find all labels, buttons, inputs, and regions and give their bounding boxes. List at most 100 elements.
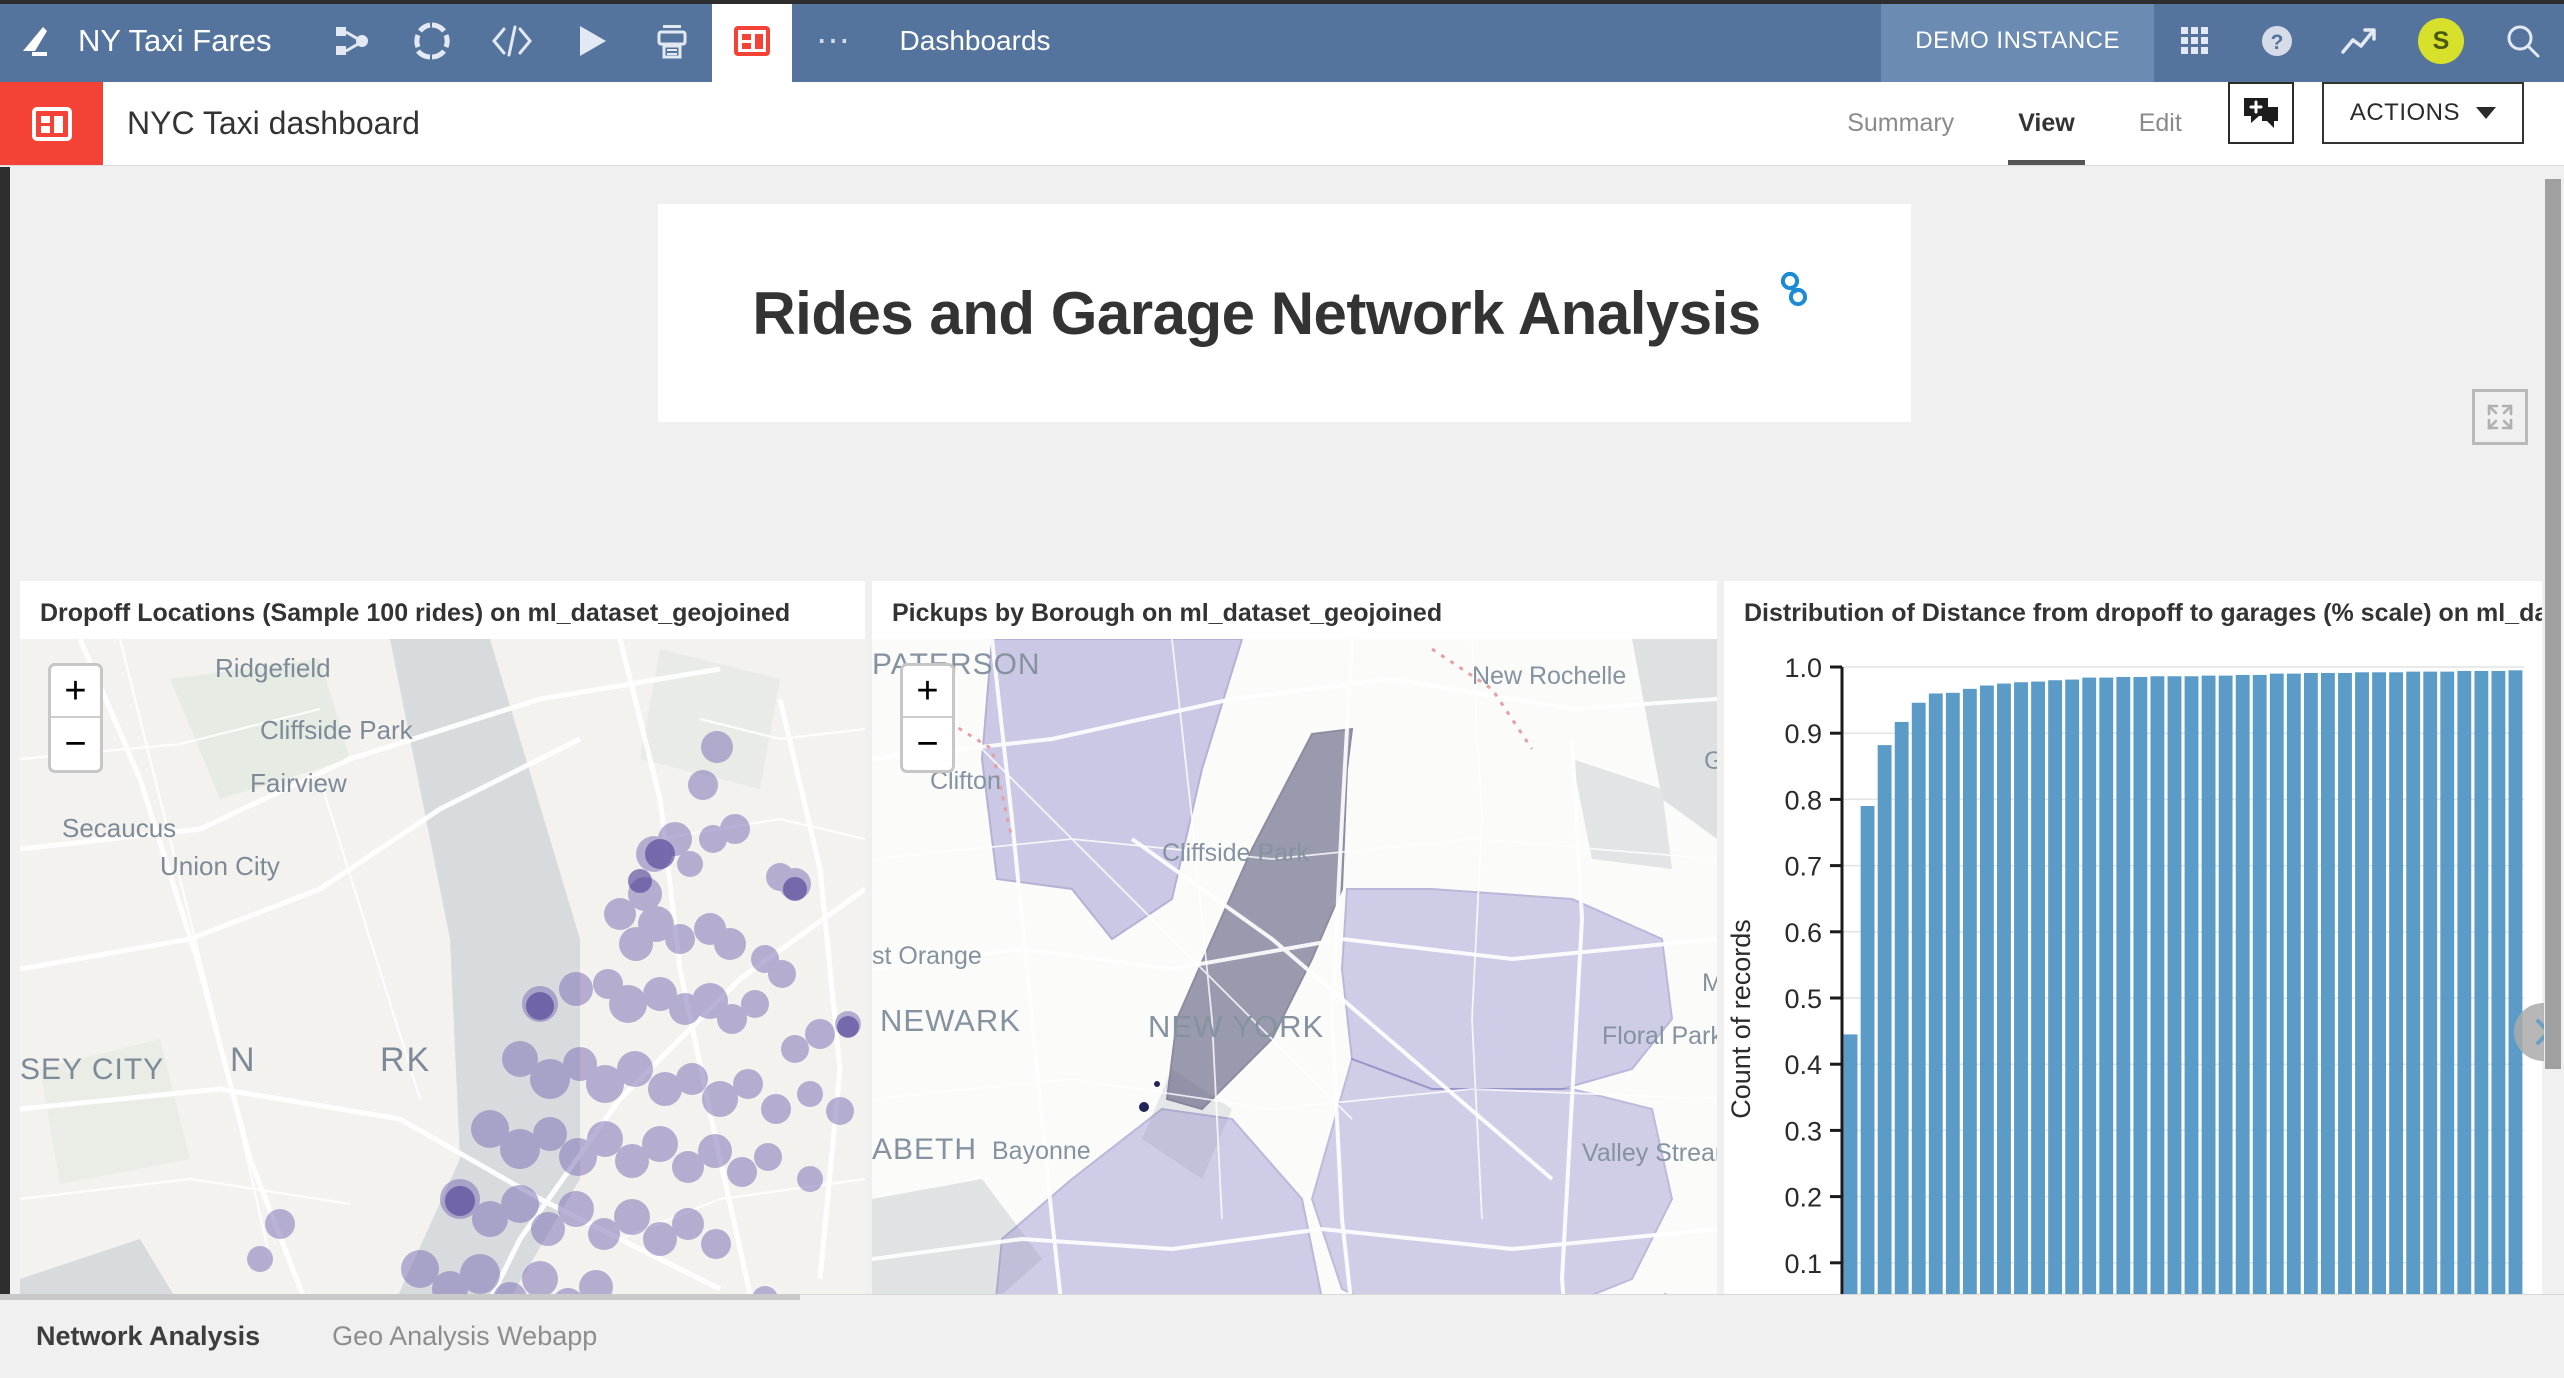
dropoff-map-canvas: Ridgefield Cliffside Park Fairview Secau… (20, 639, 865, 1294)
svg-text:PATERSON: PATERSON (872, 648, 1041, 681)
apps-grid-icon[interactable] (2154, 0, 2236, 82)
histogram-bar[interactable] (2406, 671, 2421, 1294)
histogram-bar[interactable] (2065, 679, 2080, 1294)
histogram-bar[interactable] (2286, 673, 2301, 1294)
zoom-in-button[interactable]: + (903, 666, 952, 718)
instance-badge[interactable]: DEMO INSTANCE (1881, 0, 2154, 82)
more-icon[interactable]: ⋯ (792, 0, 878, 82)
histogram-bar[interactable] (2338, 672, 2352, 1294)
svg-text:Valley Stream: Valley Stream (1582, 1139, 1717, 1167)
svg-text:New Rochelle: New Rochelle (1472, 662, 1626, 690)
fullscreen-expand-icon[interactable] (2472, 389, 2528, 445)
histogram-bar[interactable] (2321, 672, 2335, 1294)
histogram-bar[interactable] (2150, 676, 2165, 1294)
histogram-bar[interactable] (2355, 672, 2369, 1294)
chain-link-icon[interactable] (1763, 265, 1817, 334)
histogram-bar[interactable] (2389, 672, 2404, 1294)
histogram-bar[interactable] (2116, 676, 2131, 1294)
histogram-y-tick-label: 0.8 (1784, 785, 1822, 815)
histogram-bar[interactable] (2423, 671, 2438, 1294)
histogram-bar[interactable] (1911, 702, 1926, 1294)
histogram-bar[interactable] (2014, 682, 2028, 1294)
page-tab-network-analysis[interactable]: Network Analysis (0, 1321, 296, 1352)
histogram-bar[interactable] (2133, 676, 2148, 1294)
map-zoom-control-dropoff[interactable]: + − (48, 663, 103, 773)
tile-pickups-map: Pickups by Borough on ml_dataset_geojoin… (872, 581, 1717, 1294)
histogram-bar[interactable] (2269, 673, 2284, 1294)
svg-text:Floral Park: Floral Park (1602, 1022, 1717, 1050)
discussion-add-icon[interactable] (2227, 82, 2294, 144)
svg-text:ABETH: ABETH (872, 1133, 977, 1166)
run-play-icon[interactable] (552, 0, 632, 82)
chevron-down-icon (2476, 107, 2496, 119)
histogram-bar[interactable] (2218, 675, 2233, 1294)
project-name[interactable]: NY Taxi Fares (78, 0, 312, 82)
zoom-out-button[interactable]: − (51, 718, 100, 770)
histogram-bar[interactable] (2508, 670, 2523, 1294)
tab-summary[interactable]: Summary (1815, 82, 1986, 165)
tile-title-histogram: Distribution of Distance from dropoff to… (1744, 599, 2544, 627)
histogram-bar[interactable] (2082, 677, 2097, 1294)
histogram-bar[interactable] (2372, 672, 2386, 1294)
histogram-y-tick-label: 0.3 (1784, 1116, 1822, 1146)
actions-button[interactable]: ACTIONS (2321, 82, 2524, 144)
histogram-bar[interactable] (2235, 674, 2250, 1294)
tile-dropoff-map: Dropoff Locations (Sample 100 rides) on … (20, 581, 865, 1294)
svg-text:SEY CITY: SEY CITY (20, 1053, 164, 1086)
histogram-bar[interactable] (2474, 670, 2489, 1294)
svg-text:Fairview: Fairview (250, 768, 347, 798)
recipe-gear-icon[interactable] (392, 0, 472, 82)
activity-trend-icon[interactable] (2318, 0, 2400, 82)
scrollbar-thumb[interactable] (2545, 179, 2561, 1069)
automation-printer-icon[interactable] (632, 0, 712, 82)
dropoff-map-body[interactable]: Ridgefield Cliffside Park Fairview Secau… (20, 639, 865, 1294)
histogram-bar[interactable] (2252, 674, 2267, 1294)
dashboard-header: NYC Taxi dashboard Summary View Edit ACT… (0, 82, 2564, 166)
vertical-scrollbar[interactable] (2542, 167, 2564, 1294)
page-tab-geo-analysis-webapp[interactable]: Geo Analysis Webapp (296, 1321, 633, 1352)
histogram-bar[interactable] (1997, 683, 2011, 1294)
histogram-bar[interactable] (1962, 688, 1977, 1294)
histogram-y-axis-label: Count of records (1726, 919, 1756, 1119)
histogram-bar[interactable] (1860, 806, 1875, 1294)
bird-logo-icon[interactable] (0, 0, 78, 82)
svg-text:G: G (1704, 747, 1717, 775)
zoom-in-button[interactable]: + (51, 666, 100, 718)
dashboards-icon[interactable] (711, 0, 792, 82)
histogram-bar[interactable] (2457, 670, 2472, 1294)
histogram-bar[interactable] (2440, 671, 2455, 1294)
histogram-bar[interactable] (1894, 721, 1909, 1294)
histogram-bar[interactable] (2303, 672, 2318, 1294)
histogram-bar[interactable] (2201, 675, 2216, 1294)
histogram-bar[interactable] (1945, 692, 1960, 1294)
histogram-bar[interactable] (1980, 685, 1994, 1294)
tile-title-pickups-map: Pickups by Borough on ml_dataset_geojoin… (892, 599, 1443, 627)
dashboard-badge-icon (0, 82, 103, 165)
tab-view[interactable]: View (1986, 82, 2107, 165)
histogram-chart: 00.10.20.30.40.50.60.70.80.91.0 00.511.5… (1724, 639, 2544, 1294)
histogram-bar[interactable] (1877, 745, 1892, 1294)
avatar[interactable]: S (2400, 0, 2482, 82)
histogram-bar[interactable] (2031, 681, 2045, 1294)
code-icon[interactable] (472, 0, 552, 82)
help-icon[interactable]: ? (2236, 0, 2318, 82)
search-icon[interactable] (2482, 0, 2564, 82)
histogram-bar[interactable] (2167, 676, 2182, 1294)
map-zoom-control-pickups[interactable]: + − (900, 663, 955, 773)
left-rail (0, 167, 10, 1294)
histogram-bar[interactable] (1843, 1034, 1858, 1294)
svg-text:st Orange: st Orange (872, 942, 982, 970)
histogram-y-tick-label: 0.9 (1784, 719, 1822, 749)
flow-icon[interactable] (312, 0, 392, 82)
tab-edit[interactable]: Edit (2107, 82, 2214, 165)
histogram-body: 00.10.20.30.40.50.60.70.80.91.0 00.511.5… (1724, 639, 2544, 1294)
histogram-bar[interactable] (2099, 677, 2114, 1294)
histogram-bar[interactable] (2048, 680, 2063, 1294)
zoom-out-button[interactable]: − (903, 718, 952, 770)
svg-text:Union City: Union City (160, 851, 280, 881)
pickups-map-body[interactable]: PATERSON New Rochelle Clifton Cliffside … (872, 639, 1717, 1294)
histogram-bar[interactable] (2184, 676, 2199, 1294)
histogram-bar[interactable] (1928, 693, 1943, 1294)
histogram-bar[interactable] (2491, 670, 2506, 1294)
